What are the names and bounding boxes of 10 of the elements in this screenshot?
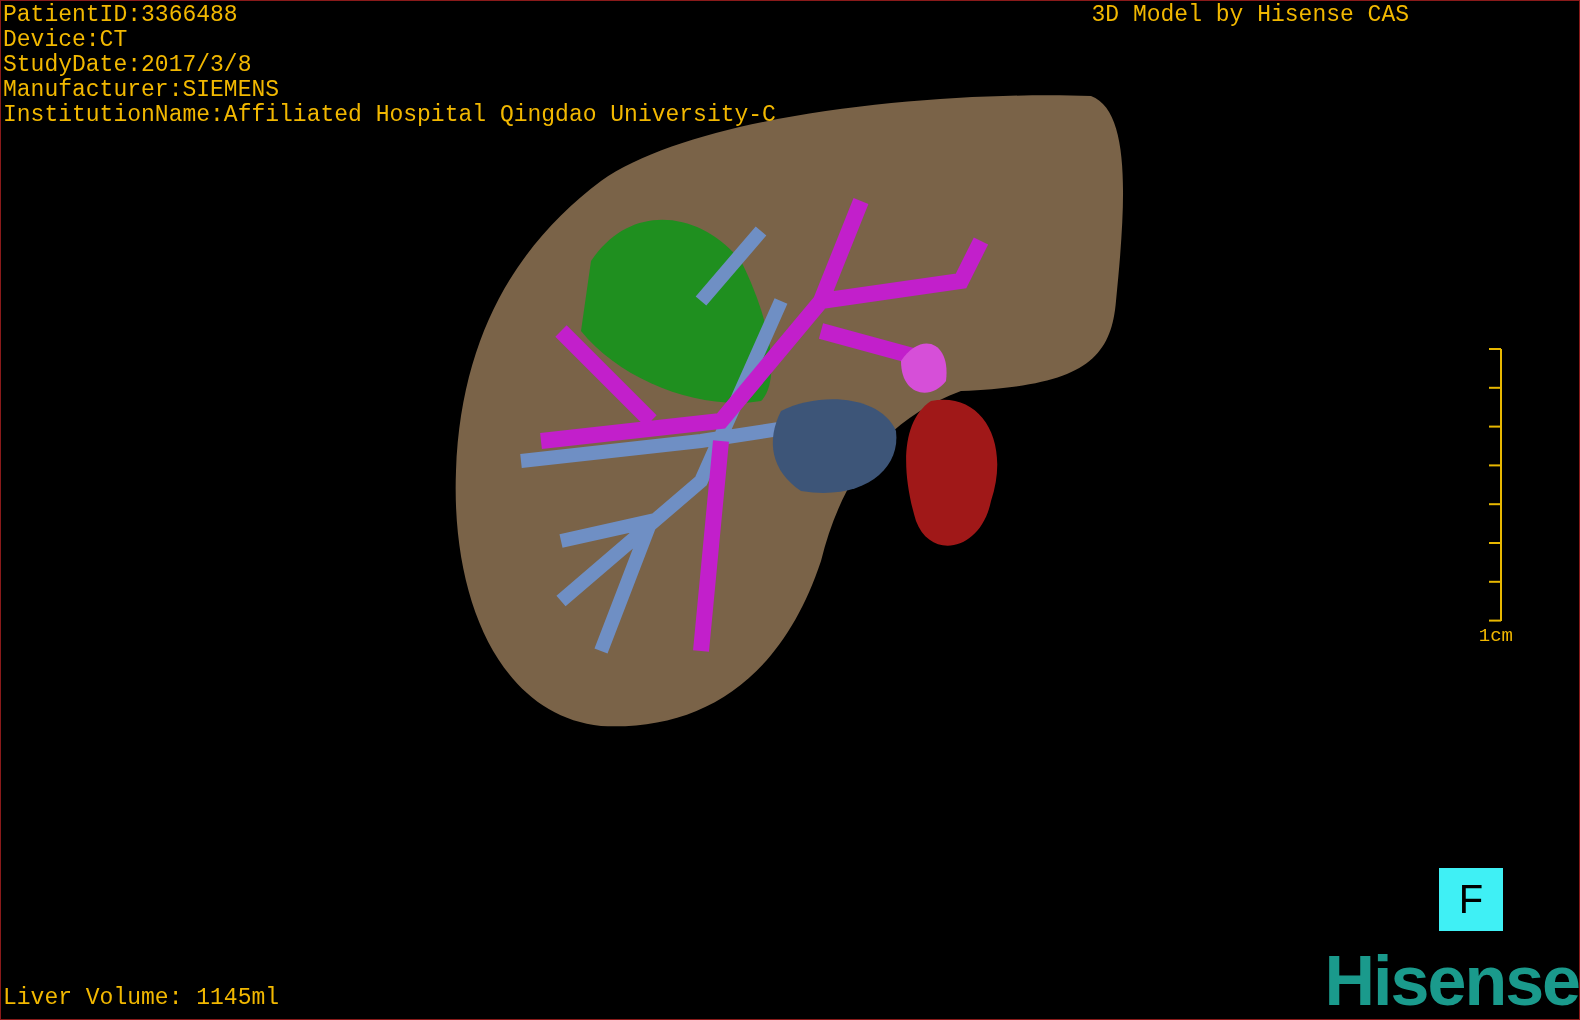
view-button[interactable]: F bbox=[1439, 868, 1503, 931]
model-title: 3D Model by Hisense CAS bbox=[1091, 3, 1409, 30]
info-line: Manufacturer:SIEMENS bbox=[3, 78, 280, 103]
info-line: InstitutionName:Affiliated Hospital Qingdao University-C bbox=[3, 103, 776, 128]
info-line: StudyDate:2017/3/8 bbox=[3, 53, 252, 78]
info-line: PatientID:3366488 bbox=[3, 3, 238, 28]
liver-volume: Liver Volume: 1145ml bbox=[3, 986, 280, 1011]
scale-label: 1cm bbox=[1478, 623, 1513, 649]
info-line: Device:CT bbox=[3, 28, 128, 53]
logo: Hisense bbox=[1324, 951, 1579, 1011]
